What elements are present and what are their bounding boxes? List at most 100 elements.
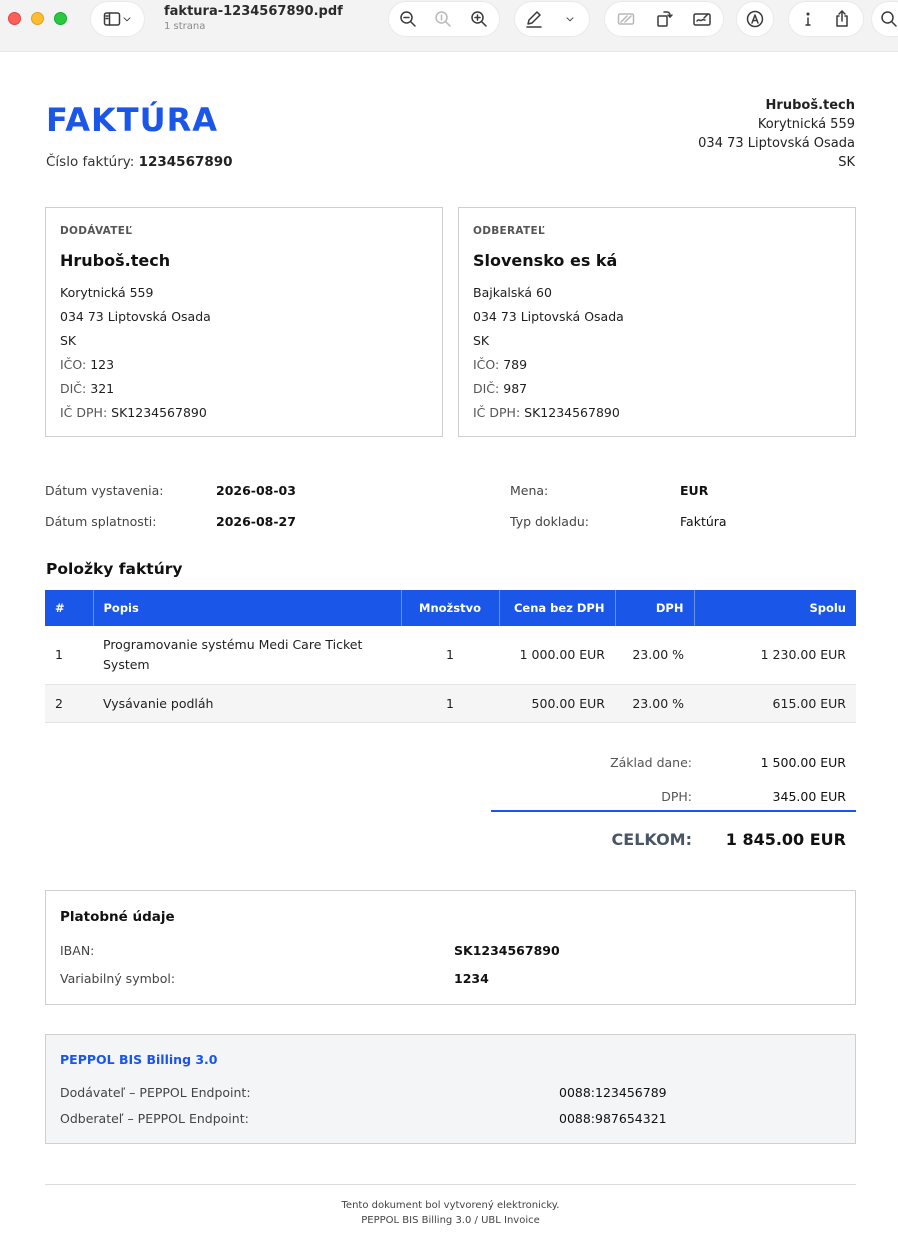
iban-label: IBAN:	[60, 943, 95, 958]
issue-date-label: Dátum vystavenia:	[45, 483, 164, 498]
cell-vat: 23.00 %	[615, 684, 694, 723]
customer-ico-value: 789	[503, 357, 528, 372]
items-table: # Popis Množstvo Cena bez DPH DPH Spolu …	[45, 590, 856, 723]
pdf-page: FAKTÚRA Číslo faktúry: 1234567890 Hruboš…	[0, 52, 898, 1260]
customer-city: 034 73 Liptovská Osada	[473, 309, 624, 324]
cell-total: 615.00 EUR	[694, 684, 856, 723]
info-button[interactable]	[791, 2, 825, 36]
supplier-ico-label: IČO:	[60, 357, 87, 372]
redact-button[interactable]	[609, 2, 643, 36]
chevron-down-icon	[566, 17, 574, 22]
annotate-button[interactable]	[737, 2, 773, 36]
search-button[interactable]	[872, 2, 898, 36]
vat-value: 345.00 EUR	[772, 789, 846, 804]
customer-ico: IČO: 789	[473, 353, 841, 377]
supplier-ico: IČO: 123	[60, 353, 428, 377]
search-icon	[872, 2, 898, 36]
zoom-in-button[interactable]	[462, 2, 496, 36]
customer-box: ODBERATEĽ Slovensko es ká Bajkalská 60 0…	[458, 207, 856, 437]
supplier-endpoint-label: Dodávateľ – PEPPOL Endpoint:	[60, 1085, 251, 1100]
issue-date-value: 2026-08-03	[216, 483, 296, 498]
supplier-icdph-label: IČ DPH:	[60, 405, 108, 420]
col-header-number: #	[45, 590, 93, 626]
due-date-value: 2026-08-27	[216, 514, 296, 529]
col-header-total: Spolu	[693, 590, 856, 626]
vat-label: DPH:	[661, 789, 692, 804]
supplier-name: Hruboš.tech	[60, 251, 171, 270]
minimize-window-button[interactable]	[31, 12, 44, 25]
cell-vat: 23.00 %	[615, 626, 694, 685]
col-header-vat: DPH	[614, 590, 694, 626]
actual-size-icon	[435, 11, 451, 27]
customer-ico-label: IČO:	[473, 357, 500, 372]
zoom-window-button[interactable]	[54, 12, 67, 25]
issuer-name: Hruboš.tech	[765, 98, 855, 113]
col-header-description: Popis	[92, 590, 401, 626]
supplier-ico-value: 123	[90, 357, 115, 372]
edit-controls	[605, 2, 723, 36]
customer-dic: DIČ: 987	[473, 377, 841, 401]
supplier-icdph: IČ DPH: SK1234567890	[60, 401, 428, 425]
due-date-label: Dátum splatnosti:	[45, 514, 157, 529]
supplier-dic-label: DIČ:	[60, 381, 87, 396]
close-window-button[interactable]	[8, 12, 21, 25]
customer-icdph: IČ DPH: SK1234567890	[473, 401, 841, 425]
issuer-header: Hruboš.tech Korytnická 559 034 73 Liptov…	[698, 96, 855, 172]
customer-icdph-label: IČ DPH:	[473, 405, 521, 420]
cell-number: 2	[45, 684, 93, 723]
meta-labels-left: Dátum vystavenia: Dátum splatnosti:	[45, 475, 163, 537]
share-icon	[836, 10, 848, 27]
col-header-quantity: Množstvo	[400, 590, 499, 626]
supplier-dic-value: 321	[90, 381, 115, 396]
payment-box: Platobné údaje IBAN: SK1234567890 Variab…	[45, 890, 856, 1005]
supplier-country: SK	[60, 333, 77, 348]
customer-endpoint-value: 0088:987654321	[559, 1111, 667, 1126]
supplier-label: DODÁVATEĽ	[60, 225, 133, 237]
payment-heading: Platobné údaje	[60, 909, 175, 925]
markup-button[interactable]	[517, 2, 551, 36]
currency-value: EUR	[680, 483, 709, 498]
invoice-number: Číslo faktúry: 1234567890	[46, 154, 233, 170]
markup-controls	[515, 2, 589, 36]
footer-line-1: Tento dokument bol vytvorený elektronick…	[341, 1200, 560, 1211]
rotate-button[interactable]	[647, 2, 681, 36]
grand-total-value: 1 845.00 EUR	[725, 830, 846, 849]
info-icon	[805, 12, 811, 26]
issuer-country: SK	[838, 155, 855, 170]
info-share-controls	[789, 2, 863, 36]
cell-number: 1	[45, 626, 93, 685]
pen-icon	[526, 11, 542, 28]
doc-type-label: Typ dokladu:	[510, 514, 590, 529]
supplier-dic: DIČ: 321	[60, 377, 428, 401]
customer-icdph-value: SK1234567890	[524, 405, 620, 420]
footer-line-2: PEPPOL BIS Billing 3.0 / UBL Invoice	[361, 1215, 540, 1226]
customer-name: Slovensko es ká	[473, 251, 618, 270]
window-toolbar: faktura-1234567890.pdf 1 strana	[0, 0, 898, 52]
totals-divider	[491, 810, 856, 812]
customer-street: Bajkalská 60	[473, 285, 552, 300]
supplier-endpoint-value: 0088:123456789	[559, 1085, 667, 1100]
invoice-title: FAKTÚRA	[46, 101, 218, 139]
customer-endpoint-label: Odberateľ – PEPPOL Endpoint:	[60, 1111, 249, 1126]
sidebar-toggle-button[interactable]	[91, 2, 144, 36]
supplier-city: 034 73 Liptovská Osada	[60, 309, 211, 324]
zoom-out-button[interactable]	[391, 2, 425, 36]
customer-country: SK	[473, 333, 490, 348]
currency-label: Mena:	[510, 483, 549, 498]
cell-price: 1 000.00 EUR	[499, 626, 615, 685]
cell-price: 500.00 EUR	[499, 684, 615, 723]
meta-labels-right: Mena: Typ dokladu:	[510, 475, 589, 537]
issuer-street: Korytnická 559	[757, 117, 855, 132]
actual-size-button[interactable]	[426, 2, 460, 36]
markup-menu-button[interactable]	[553, 2, 587, 36]
supplier-street: Korytnická 559	[60, 285, 154, 300]
rotate-icon	[657, 11, 673, 27]
cell-description: Vysávanie podláh	[93, 684, 401, 723]
customer-label: ODBERATEĽ	[473, 225, 545, 237]
tax-base-value: 1 500.00 EUR	[760, 755, 846, 770]
cell-quantity: 1	[401, 626, 499, 685]
sign-button[interactable]	[685, 2, 719, 36]
invoice-number-label: Číslo faktúry:	[46, 154, 135, 170]
tax-base-label: Základ dane:	[610, 755, 692, 770]
share-button[interactable]	[825, 2, 859, 36]
